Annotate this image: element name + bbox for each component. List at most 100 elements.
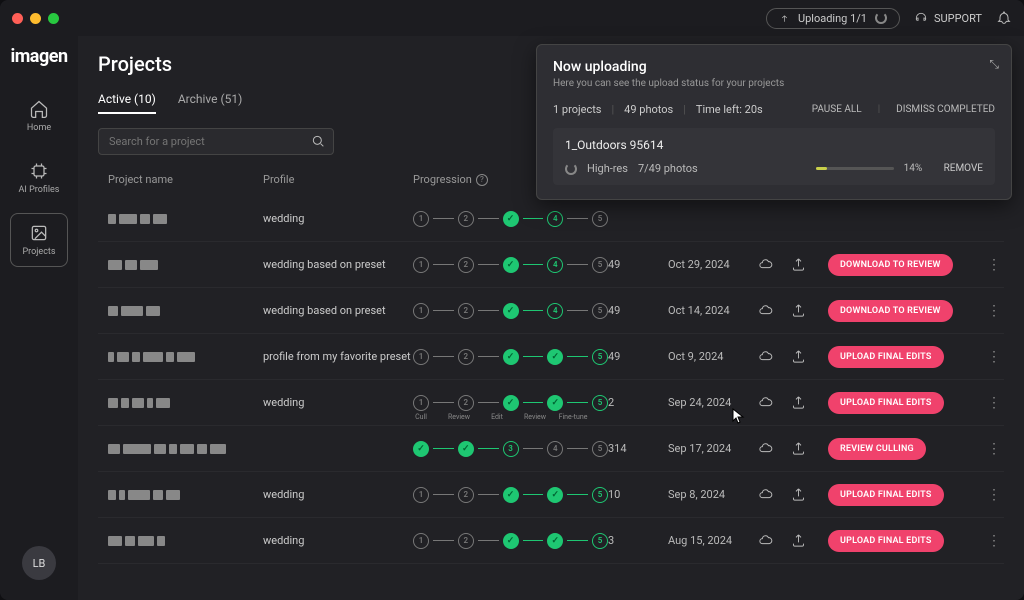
maximize-window[interactable] [48,13,59,24]
progress-step: 1 [413,533,429,549]
kebab-icon[interactable]: ⋮ [984,441,1004,457]
row-progression: 1Cull2ReviewEditReview5Fine-tune [413,395,608,411]
project-thumbnails [108,398,263,408]
progress-step [503,533,519,549]
panel-title: Now uploading [553,59,995,75]
cloud-icon[interactable] [758,349,773,364]
kebab-icon[interactable]: ⋮ [984,257,1004,273]
action-button[interactable]: DOWNLOAD TO REVIEW [828,254,953,276]
cloud-icon[interactable] [758,303,773,318]
row-icons [758,349,828,364]
table-row[interactable]: wedding12510Sep 8, 2024UPLOAD FINAL EDIT… [98,472,1004,518]
search-input[interactable] [98,128,334,155]
progress-step: 3 [503,441,519,457]
kebab-icon[interactable]: ⋮ [984,487,1004,503]
progress-step: 5 [592,533,608,549]
progress-step: 5 [592,211,608,227]
step-label: Fine-tune [558,413,588,421]
tab-active[interactable]: Active (10) [98,92,156,114]
row-date: Sep 8, 2024 [668,488,758,501]
row-date: Oct 9, 2024 [668,350,758,363]
action-button[interactable]: UPLOAD FINAL EDITS [828,530,944,552]
rows-container: wedding 1 2 4 5 wedding based on preset124549… [98,196,1004,600]
row-date: Oct 14, 2024 [668,304,758,317]
share-icon[interactable] [791,441,806,456]
search-wrapper [98,128,334,155]
row-action: REVIEW CULLING [828,438,984,460]
action-button[interactable]: REVIEW CULLING [828,438,926,460]
row-icons [758,303,828,318]
progress-step: 4 [547,211,563,227]
row-images: 2 [608,396,668,409]
nav-projects[interactable]: Projects [10,213,68,267]
row-action: UPLOAD FINAL EDITS [828,346,984,368]
progress-step: 2 [458,395,474,411]
upload-item-percent: 14% [904,163,934,174]
share-icon[interactable] [791,303,806,318]
collapse-icon[interactable]: ⤡ [989,57,999,72]
share-icon[interactable] [791,257,806,272]
cloud-icon[interactable] [758,441,773,456]
table-row[interactable]: wedding based on preset124549Oct 29, 202… [98,242,1004,288]
table-row[interactable]: wedding1Cull2ReviewEditReview5Fine-tune2… [98,380,1004,426]
minimize-window[interactable] [30,13,41,24]
tab-archive[interactable]: Archive (51) [178,92,242,114]
kebab-icon[interactable]: ⋮ [984,395,1004,411]
table-row[interactable]: wedding based on preset124549Oct 14, 202… [98,288,1004,334]
share-icon[interactable] [791,395,806,410]
action-button[interactable]: UPLOAD FINAL EDITS [828,346,944,368]
row-images: 10 [608,488,668,501]
project-thumbnails [108,536,263,546]
cloud-icon[interactable] [758,257,773,272]
remove-button[interactable]: REMOVE [944,163,983,174]
share-icon[interactable] [791,487,806,502]
uploading-pill[interactable]: Uploading 1/1 [766,8,900,29]
step-label: Review [520,413,550,421]
table-row[interactable]: profile from my favorite preset12549Oct … [98,334,1004,380]
row-images: 49 [608,258,668,271]
meta-time: Time left: 20s [696,103,763,116]
share-icon[interactable] [791,533,806,548]
help-icon[interactable]: ? [476,174,488,186]
share-icon[interactable] [791,349,806,364]
row-icons [758,441,828,456]
project-thumbnails [108,490,263,500]
kebab-icon[interactable]: ⋮ [984,533,1004,549]
table-row[interactable]: 345314Sep 17, 2024REVIEW CULLING⋮ [98,426,1004,472]
table-row[interactable]: wedding1253Aug 15, 2024UPLOAD FINAL EDIT… [98,518,1004,564]
action-button[interactable]: DOWNLOAD TO REVIEW [828,300,953,322]
logo: imagen [10,46,67,67]
col-profile: Profile [263,173,413,186]
cloud-icon[interactable] [758,533,773,548]
kebab-icon[interactable]: ⋮ [984,303,1004,319]
progress-step: 2 [458,211,474,227]
bell-icon[interactable] [996,10,1012,26]
upload-item-count: 7/49 photos [638,162,698,175]
progress-step [503,395,519,411]
row-profile: wedding [263,488,413,501]
progress-step: 1 [413,257,429,273]
row-action: DOWNLOAD TO REVIEW [828,254,984,276]
nav-ai-profiles[interactable]: AI Profiles [10,151,68,205]
row-date: Aug 15, 2024 [668,534,758,547]
user-avatar[interactable]: LB [22,546,56,580]
cloud-icon[interactable] [758,395,773,410]
nav-home[interactable]: Home [10,89,68,143]
close-window[interactable] [12,13,23,24]
panel-subtitle: Here you can see the upload status for y… [553,78,995,89]
kebab-icon[interactable]: ⋮ [984,349,1004,365]
dismiss-completed-button[interactable]: DISMISS COMPLETED [896,104,995,115]
search-icon[interactable] [310,133,326,149]
cloud-icon[interactable] [758,487,773,502]
action-button[interactable]: UPLOAD FINAL EDITS [828,392,944,414]
support-link[interactable]: SUPPORT [914,11,982,25]
action-button[interactable]: UPLOAD FINAL EDITS [828,484,944,506]
progress-bar [816,167,894,170]
pause-all-button[interactable]: PAUSE ALL [812,104,862,115]
project-thumbnails [108,214,263,224]
step-label: Review [444,413,474,421]
table-row[interactable]: wedding1245 [98,196,1004,242]
progress-step [547,533,563,549]
upload-item-name: 1_Outdoors 95614 [565,138,983,152]
progress-step [547,487,563,503]
